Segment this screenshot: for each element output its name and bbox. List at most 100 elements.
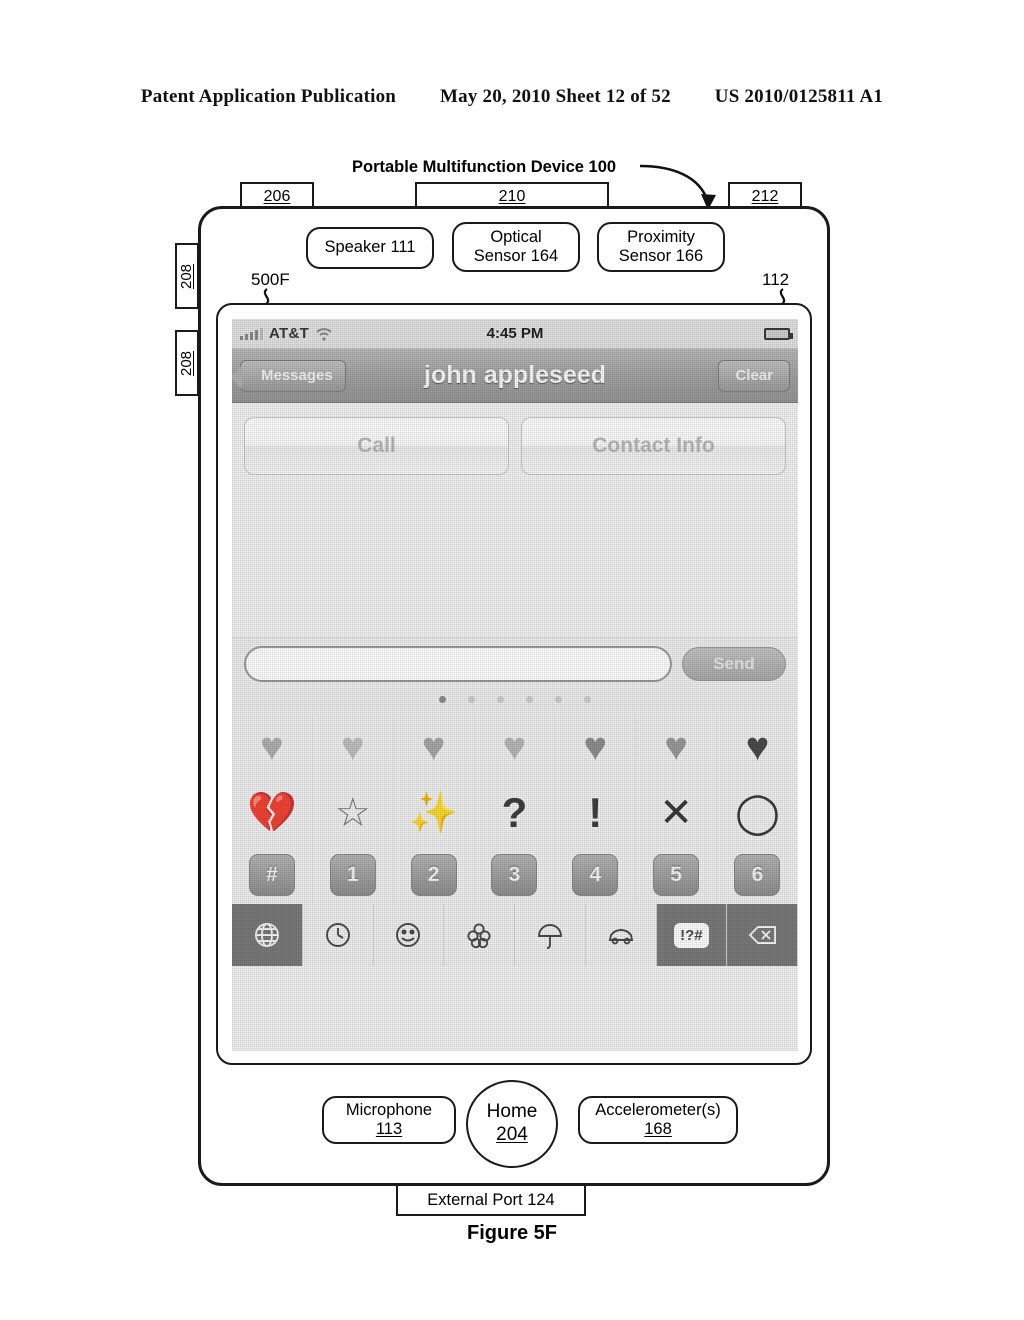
heart-icon-solid-glyph: ♥: [745, 725, 770, 769]
symbols-icon[interactable]: !?#: [656, 904, 728, 966]
key-5[interactable]: 5: [636, 846, 718, 904]
page-dot-3: [497, 695, 504, 703]
broken-heart-icon[interactable]: 💔: [232, 780, 313, 846]
sparkles-icon[interactable]: ✨: [394, 780, 475, 846]
accelerometer-line1: Accelerometer(s): [595, 1100, 721, 1119]
key-2-cap: 2: [410, 854, 457, 896]
status-bar: AT&T 4:45 PM: [232, 319, 798, 349]
hardware-tab-206: 206: [240, 182, 314, 208]
page-dot-5: [555, 695, 562, 703]
device-title-callout: Portable Multifunction Device 100: [352, 158, 617, 176]
star-icon-glyph: ☆: [334, 791, 371, 835]
heart-icon-4[interactable]: ♥: [475, 714, 556, 780]
contact-info-button[interactable]: Contact Info: [521, 417, 786, 475]
car-icon-glyph: [608, 929, 633, 945]
key-2[interactable]: 2: [394, 846, 475, 904]
clear-button-label: Clear: [735, 367, 773, 384]
proximity-sensor-line2: Sensor 166: [618, 247, 704, 265]
tab-212-label: 212: [751, 188, 779, 205]
star-icon[interactable]: ☆: [313, 780, 394, 846]
side-button-208-upper-label: 208: [178, 263, 196, 289]
external-port-text: External Port 124: [427, 1190, 555, 1209]
page-dot-1: [439, 695, 446, 703]
proximity-sensor-label: Proximity Sensor 166: [597, 222, 725, 272]
heart-icon-2-glyph: ♥: [340, 725, 365, 769]
key-6[interactable]: 6: [717, 846, 798, 904]
send-button[interactable]: Send: [682, 647, 786, 681]
emoji-grid: ♥ ♥ ♥ ♥ ♥ ♥ ♥ 💔 ☆ ✨?! ✕ ◯ #1 2 3 4 5 6: [232, 710, 798, 904]
proximity-sensor-line1: Proximity: [627, 227, 695, 246]
status-bar-time: 4:45 PM: [486, 325, 544, 342]
key-1[interactable]: 1: [313, 846, 394, 904]
message-input[interactable]: [244, 646, 672, 682]
question-mark-icon[interactable]: ?: [475, 780, 556, 846]
back-button-label: Messages: [261, 367, 333, 384]
symbols-icon-label: !?#: [674, 922, 709, 948]
emoji-row-hearts: ♥ ♥ ♥ ♥ ♥ ♥ ♥: [232, 714, 798, 780]
clock-icon-glyph: [325, 923, 350, 947]
contact-info-button-label: Contact Info: [592, 434, 715, 457]
globe-icon[interactable]: [232, 904, 303, 966]
call-button-label: Call: [357, 434, 396, 457]
key-hash-cap: #: [248, 854, 295, 896]
action-button-row: Call Contact Info: [232, 403, 798, 475]
publication-number: US 2010/0125811 A1: [714, 86, 884, 107]
key-3[interactable]: 3: [475, 846, 556, 904]
microphone-line2: 113: [375, 1120, 403, 1138]
accelerometer-label: Accelerometer(s) 168: [578, 1096, 738, 1144]
exclamation-mark-icon[interactable]: !: [555, 780, 637, 846]
navigation-bar: Messages john appleseed Clear: [232, 349, 798, 403]
backspace-delete-icon[interactable]: [727, 904, 798, 966]
heart-icon-4-glyph: ♥: [502, 725, 527, 769]
circle-mark-icon-glyph: ◯: [735, 791, 780, 835]
globe-icon-glyph: [254, 923, 279, 947]
side-button-208-lower[interactable]: 208: [175, 330, 199, 396]
heart-icon-solid[interactable]: ♥: [717, 714, 798, 780]
heart-icon-1-glyph: ♥: [260, 725, 284, 769]
heart-icon-5[interactable]: ♥: [555, 714, 637, 780]
key-5-cap: 5: [653, 854, 700, 896]
call-button[interactable]: Call: [244, 417, 509, 475]
backspace-delete-icon-glyph: [748, 926, 777, 944]
speaker-label-text: Speaker 111: [324, 238, 416, 257]
page-dot-2: [468, 695, 475, 703]
smiley-face-icon[interactable]: [373, 904, 445, 966]
cross-mark-icon[interactable]: ✕: [636, 780, 718, 846]
screen-reference-500f: 500F: [251, 270, 290, 289]
flower-icon[interactable]: [444, 904, 515, 966]
tab-210-label: 210: [498, 188, 526, 205]
circle-mark-icon[interactable]: ◯: [717, 780, 798, 846]
speaker-label: Speaker 111: [306, 227, 434, 269]
publication-title: Patent Application Publication: [140, 86, 397, 107]
page-indicator-dots[interactable]: [232, 688, 798, 710]
key-6-cap: 6: [734, 854, 781, 896]
cross-mark-icon-glyph: ✕: [659, 791, 693, 835]
key-4[interactable]: 4: [555, 846, 637, 904]
heart-icon-1[interactable]: ♥: [232, 714, 313, 780]
heart-with-arrow-icon[interactable]: ♥: [636, 714, 718, 780]
send-button-label: Send: [713, 654, 755, 673]
external-port-label: External Port 124: [396, 1186, 586, 1216]
conversation-area[interactable]: [232, 475, 798, 637]
heart-with-arrow-icon-glyph: ♥: [664, 725, 689, 769]
clear-button[interactable]: Clear: [718, 359, 790, 392]
hardware-tab-212: 212: [728, 182, 802, 208]
touchscreen-frame: AT&T 4:45 PM Messages john appleseed Cle…: [216, 303, 812, 1065]
home-button[interactable]: Home 204: [466, 1080, 558, 1168]
key-hash[interactable]: #: [232, 846, 313, 904]
touchscreen-display[interactable]: AT&T 4:45 PM Messages john appleseed Cle…: [232, 319, 798, 1051]
car-icon[interactable]: [585, 904, 657, 966]
key-1-cap: 1: [329, 854, 376, 896]
sparkles-icon-glyph: ✨: [408, 791, 459, 835]
heart-icon-3[interactable]: ♥: [394, 714, 475, 780]
optical-sensor-line2: Sensor 164: [473, 247, 559, 265]
back-button-messages[interactable]: Messages: [232, 359, 346, 392]
publication-date-sheet: May 20, 2010 Sheet 12 of 52: [440, 86, 671, 107]
heart-icon-5-glyph: ♥: [583, 725, 608, 769]
home-button-line1: Home: [486, 1101, 538, 1123]
side-button-208-upper[interactable]: 208: [175, 243, 199, 309]
umbrella-icon[interactable]: [515, 904, 586, 966]
heart-icon-2[interactable]: ♥: [313, 714, 394, 780]
umbrella-icon-glyph: [537, 924, 562, 949]
clock-icon[interactable]: [302, 904, 374, 966]
